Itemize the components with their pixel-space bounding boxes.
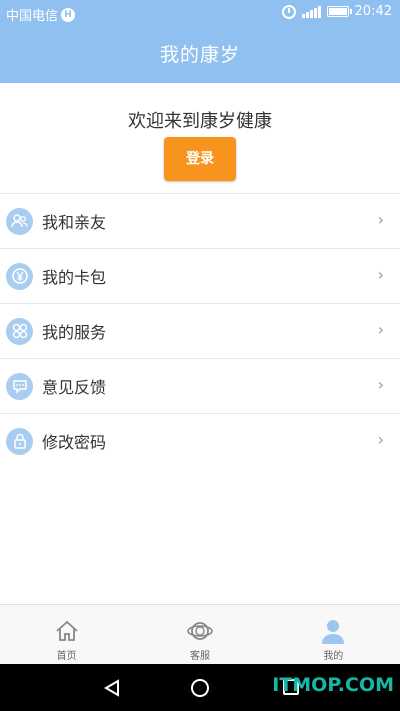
user-icon xyxy=(322,620,345,644)
friends-icon xyxy=(6,207,33,235)
tab-label: 客服 xyxy=(189,651,210,662)
chevron-right-icon: › xyxy=(377,375,384,394)
hd-badge: H xyxy=(61,7,76,22)
menu-item-label: 意见反馈 xyxy=(42,378,107,397)
service-icon xyxy=(6,317,33,345)
carrier-label: 中国电信 xyxy=(6,9,59,24)
menu-item-label: 修改密码 xyxy=(42,433,107,452)
page-title: 我的康岁 xyxy=(0,27,400,83)
headset-icon xyxy=(187,622,213,640)
system-navigation-bar: ITMOP.COM xyxy=(0,664,400,711)
chevron-right-icon: › xyxy=(377,265,384,284)
menu-item-friends[interactable]: 我和亲友 › xyxy=(0,194,400,249)
home-icon xyxy=(56,620,78,641)
menu-item-change-password[interactable]: 修改密码 › xyxy=(0,414,400,469)
welcome-text: 欢迎来到康岁健康 xyxy=(128,111,272,132)
tab-home[interactable]: 首页 xyxy=(0,605,133,664)
tab-label: 首页 xyxy=(56,651,77,662)
chevron-right-icon: › xyxy=(377,320,384,339)
chevron-right-icon: › xyxy=(377,430,384,449)
clock: 20:42 xyxy=(354,4,392,19)
chevron-right-icon: › xyxy=(377,210,384,229)
tab-customer-service[interactable]: 客服 xyxy=(133,605,266,664)
home-circle-icon[interactable] xyxy=(191,679,209,697)
yen-card-icon xyxy=(6,262,33,290)
tab-label: 我的 xyxy=(323,651,344,662)
signal-icon xyxy=(301,5,321,18)
menu-item-label: 我和亲友 xyxy=(42,213,107,232)
battery-icon xyxy=(326,6,352,17)
welcome-section: 欢迎来到康岁健康 登录 xyxy=(0,83,400,193)
login-button[interactable]: 登录 xyxy=(164,137,236,181)
menu-item-services[interactable]: 我的服务 › xyxy=(0,304,400,359)
tab-mine[interactable]: 我的 xyxy=(267,605,400,664)
menu-item-card-wallet[interactable]: 我的卡包 › xyxy=(0,249,400,304)
back-icon[interactable] xyxy=(103,679,121,697)
alarm-icon xyxy=(281,4,296,19)
content-blank-area xyxy=(0,468,400,604)
bottom-tab-bar: 首页 客服 我的 xyxy=(0,604,400,664)
feedback-icon xyxy=(6,372,33,400)
lock-icon xyxy=(6,427,33,455)
menu-list: 我和亲友 › 我的卡包 › 我的服务 › 意见反馈 › 修改密码 › xyxy=(0,193,400,469)
watermark: ITMOP.COM xyxy=(272,674,394,696)
menu-item-label: 我的服务 xyxy=(42,323,107,342)
menu-item-label: 我的卡包 xyxy=(42,268,107,287)
status-bar: 中国电信 H 20:42 xyxy=(0,0,400,27)
menu-item-feedback[interactable]: 意见反馈 › xyxy=(0,359,400,414)
